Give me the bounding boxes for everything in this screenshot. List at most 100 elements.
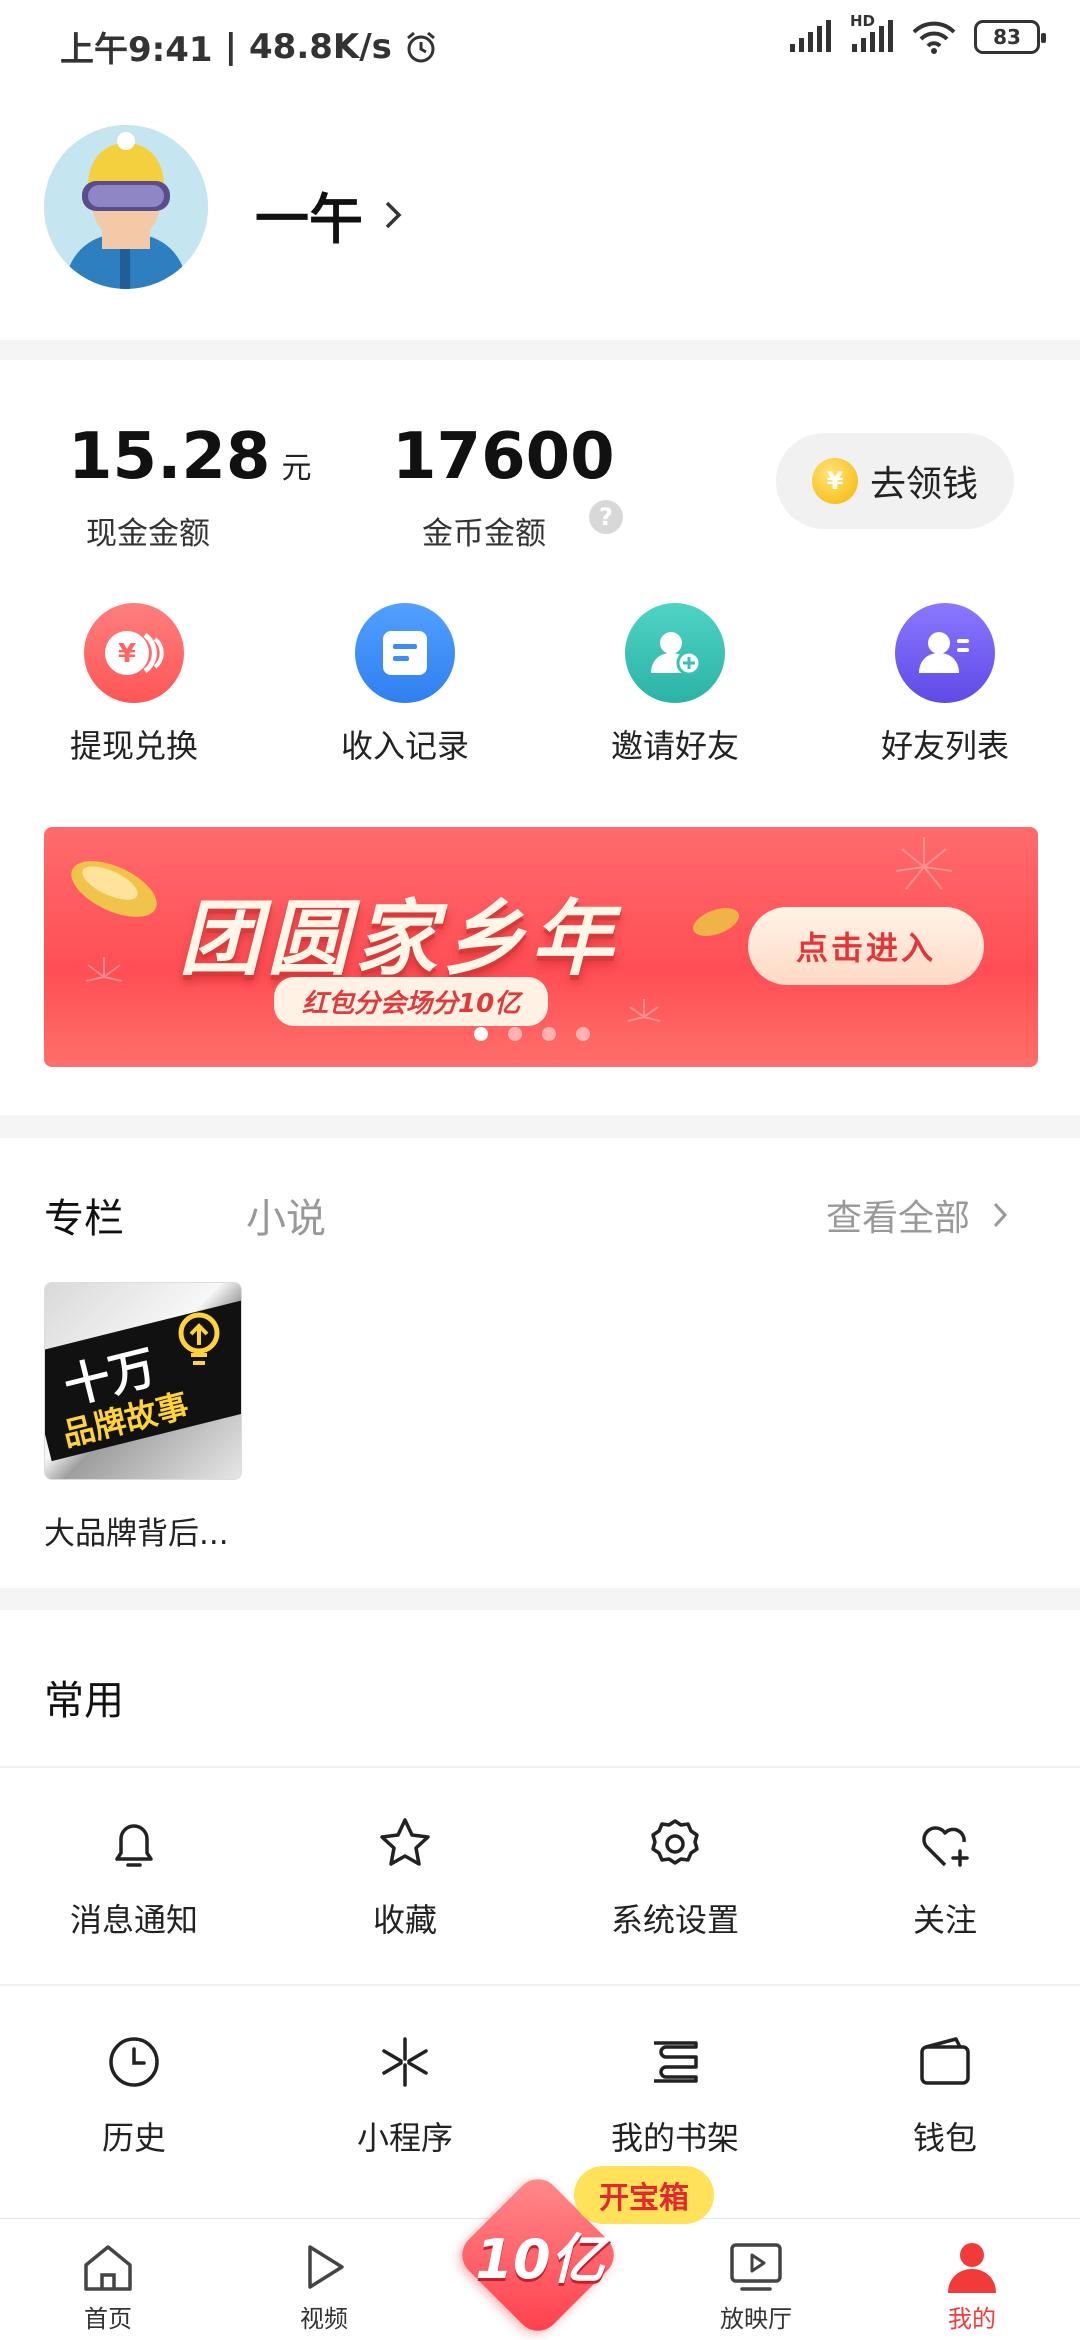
battery-indicator: 83 <box>974 20 1046 54</box>
wallet-icon <box>920 2037 970 2085</box>
status-bar: 上午9:41 | 48.8K/s HD 83 <box>0 0 1080 90</box>
gear-icon <box>651 1819 699 1865</box>
help-icon[interactable]: ? <box>589 500 623 534</box>
tool-favorites[interactable]: 收藏 <box>305 1815 505 1941</box>
play-icon <box>308 2245 344 2289</box>
nav-home[interactable]: 首页 <box>28 2241 188 2334</box>
quick-action-friend-list[interactable]: 好友列表 <box>845 603 1045 767</box>
tool-label: 钱包 <box>912 2119 977 2157</box>
column-cover[interactable]: 十万 品牌故事 <box>44 1282 242 1480</box>
mini-program-icon <box>382 2037 428 2087</box>
nav-label: 视频 <box>300 2305 348 2333</box>
open-treasure-button[interactable]: 开宝箱 <box>574 2166 714 2224</box>
pagination-dot[interactable] <box>576 1027 590 1041</box>
nav-label: 我的 <box>948 2305 996 2333</box>
quick-action-label: 收入记录 <box>340 727 469 765</box>
tool-label: 系统设置 <box>610 1901 739 1939</box>
get-money-label: 去领钱 <box>869 464 978 505</box>
clock-icon <box>109 2037 159 2087</box>
pagination-dot[interactable] <box>474 1027 488 1041</box>
battery-level: 83 <box>993 25 1021 49</box>
banner-title: 团圆家乡年 <box>179 892 619 987</box>
help-glyph: ? <box>599 503 613 531</box>
banner-pagination <box>474 1027 590 1041</box>
income-record-icon <box>355 603 455 703</box>
lightbulb-icon <box>178 1312 220 1365</box>
friend-list-icon <box>895 603 995 703</box>
tool-label: 关注 <box>912 1901 977 1939</box>
pagination-dot[interactable] <box>542 1027 556 1041</box>
star-icon <box>380 1818 430 1866</box>
wifi-icon <box>912 21 956 54</box>
cash-unit: 元 <box>281 451 312 486</box>
tool-notifications[interactable]: 消息通知 <box>34 1815 234 1941</box>
tool-label: 消息通知 <box>69 1901 198 1939</box>
cash-label: 现金金额 <box>86 516 210 552</box>
banner-subtitle: 红包分会场分10亿 <box>274 977 549 1026</box>
coin-label: 金币金额 <box>422 516 546 552</box>
quick-action-invite-friend[interactable]: 邀请好友 <box>575 603 775 767</box>
withdraw-glyph: ¥ <box>118 639 136 669</box>
get-money-button[interactable]: ¥ 去领钱 <box>776 433 1014 529</box>
withdraw-icon: ¥ <box>84 603 184 703</box>
signal-icon <box>790 20 831 52</box>
nav-video[interactable]: 视频 <box>244 2241 404 2334</box>
tool-label: 小程序 <box>356 2119 453 2157</box>
view-all-label: 查看全部 <box>826 1198 971 1239</box>
person-icon <box>948 2243 996 2293</box>
profile-header[interactable]: 一午 <box>0 90 1080 340</box>
tab-columns[interactable]: 专栏 <box>44 1186 124 1244</box>
cash-amount[interactable]: 15.28 元 <box>68 420 312 494</box>
coin-icon: ¥ <box>811 458 858 504</box>
tool-label: 收藏 <box>372 1901 437 1939</box>
nav-me[interactable]: 我的 <box>892 2241 1052 2334</box>
status-left: 上午9:41 | 48.8K/s <box>60 22 438 71</box>
chevron-right-icon <box>385 201 402 228</box>
column-title[interactable]: 大品牌背后... <box>44 1508 229 1553</box>
quick-action-income-record[interactable]: 收入记录 <box>305 603 505 767</box>
quick-action-label: 邀请好友 <box>610 727 739 765</box>
avatar[interactable] <box>44 125 208 289</box>
nav-screening-hall[interactable]: 放映厅 <box>676 2241 836 2334</box>
nav-label: 放映厅 <box>720 2305 792 2333</box>
bookshelf-icon <box>654 2041 698 2083</box>
quick-action-withdraw[interactable]: ¥ 提现兑换 <box>34 603 234 767</box>
tool-label: 历史 <box>101 2119 166 2157</box>
screening-hall-icon <box>730 2243 782 2291</box>
bell-icon <box>115 1824 153 1867</box>
alarm-icon <box>406 31 435 62</box>
home-icon <box>84 2245 132 2291</box>
common-title: 常用 <box>44 1678 124 1724</box>
tab-novels[interactable]: 小说 <box>246 1186 326 1244</box>
hd-label: HD <box>850 12 876 30</box>
pagination-dot[interactable] <box>508 1027 522 1041</box>
view-all-link[interactable]: 查看全部 <box>826 1189 1008 1241</box>
divider <box>0 1984 1080 1986</box>
tool-bookshelf[interactable]: 我的书架 <box>575 2033 775 2159</box>
center-promo-label[interactable]: 10亿 <box>470 2215 610 2294</box>
promo-banner[interactable]: 团圆家乡年 红包分会场分10亿 点击进入 <box>44 827 1038 1067</box>
chevron-right-icon <box>993 1202 1008 1228</box>
tool-label: 我的书架 <box>610 2119 739 2157</box>
quick-action-label: 好友列表 <box>880 727 1009 765</box>
tool-follow[interactable]: 关注 <box>845 1815 1045 1941</box>
tool-wallet[interactable]: 钱包 <box>845 2033 1045 2159</box>
heart-plus-icon <box>922 1826 969 1867</box>
username-text: 一午 <box>255 188 363 251</box>
coin-symbol: ¥ <box>826 467 844 495</box>
banner-enter-button[interactable]: 点击进入 <box>748 907 984 985</box>
status-separator: | <box>224 26 237 67</box>
quick-action-label: 提现兑换 <box>69 727 198 765</box>
hd-signal: HD <box>850 12 894 54</box>
username[interactable]: 一午 <box>255 175 403 254</box>
coin-value[interactable]: 17600 <box>392 420 615 494</box>
invite-friend-icon <box>625 603 725 703</box>
tool-history[interactable]: 历史 <box>34 2033 234 2159</box>
tool-mini-program[interactable]: 小程序 <box>305 2033 505 2159</box>
status-time: 上午9:41 <box>60 30 213 70</box>
tool-settings[interactable]: 系统设置 <box>575 1815 775 1941</box>
cash-value: 15.28 <box>68 420 271 494</box>
nav-label: 首页 <box>84 2305 132 2333</box>
network-speed: 48.8K/s <box>249 26 392 67</box>
divider <box>0 1766 1080 1768</box>
